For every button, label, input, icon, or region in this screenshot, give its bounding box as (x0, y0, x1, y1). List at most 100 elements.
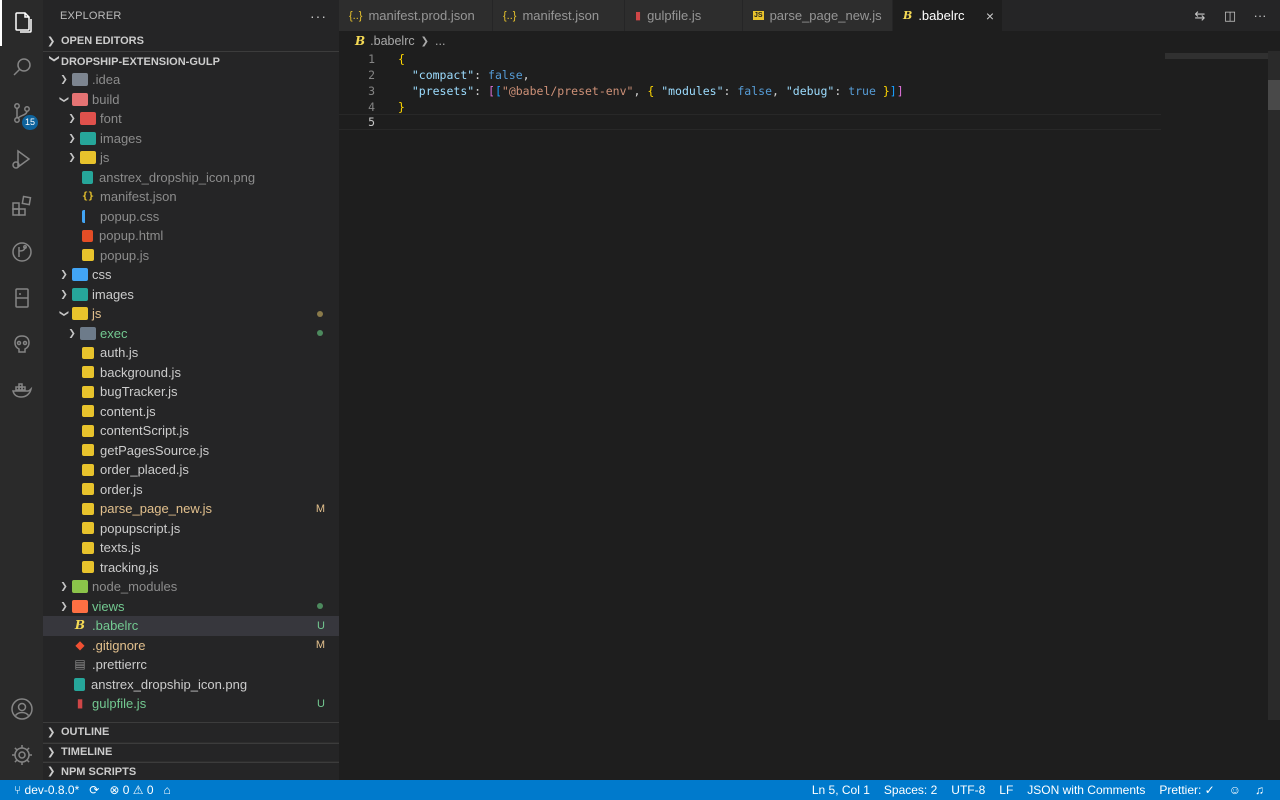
more-actions-icon[interactable]: ··· (310, 8, 327, 24)
tree-item-label: views (92, 598, 125, 614)
sync-icon[interactable]: ⟳ (89, 783, 99, 797)
editor-tab[interactable]: B .babelrc × (893, 0, 1003, 31)
npm-scripts-header[interactable]: ❯ NPM SCRIPTS (43, 762, 339, 780)
language-mode[interactable]: JSON with Comments (1027, 783, 1145, 797)
tree-file[interactable]: anstrex_dropship_icon.png (43, 675, 339, 695)
more-actions-icon[interactable]: ··· (1252, 8, 1268, 23)
tree-item-label: content.js (100, 403, 156, 419)
git-graph-icon[interactable] (0, 229, 43, 275)
run-debug-icon[interactable] (0, 136, 43, 182)
tree-folder[interactable]: ❯ images (43, 285, 339, 305)
file-tree: ❯ .idea ❯ build ❯ font ❯ images ❯ js anstrex_drops… (43, 70, 339, 720)
breadcrumb-more[interactable]: ... (435, 34, 445, 48)
tree-file[interactable]: texts.js (43, 538, 339, 558)
chevron-right-icon: ❯ (60, 581, 68, 592)
outline-label: OUTLINE (61, 726, 110, 739)
editor-tab[interactable]: {..} manifest.json (493, 0, 625, 31)
tree-file[interactable]: order.js (43, 480, 339, 500)
folder-icon (72, 73, 88, 87)
editor-actions: ⇆ ◫ ··· (1192, 0, 1268, 31)
tree-file[interactable]: popup.css (43, 207, 339, 227)
tree-file[interactable]: popup.html (43, 226, 339, 246)
tree-folder[interactable]: ❯ views (43, 597, 339, 617)
tree-folder[interactable]: ❯ js (43, 304, 339, 324)
js-file-icon (82, 463, 94, 476)
tree-file[interactable]: contentScript.js (43, 421, 339, 441)
editor-scroll-thumb[interactable] (1268, 80, 1280, 110)
tree-file[interactable]: popup.js (43, 246, 339, 266)
tree-file[interactable]: ◆ .gitignore M (43, 636, 339, 656)
tree-folder[interactable]: ❯ node_modules (43, 577, 339, 597)
gear-icon[interactable] (0, 732, 43, 778)
outline-header[interactable]: ❯ OUTLINE (43, 723, 339, 743)
open-changes-icon[interactable]: ⇆ (1192, 8, 1208, 24)
alien-icon[interactable] (0, 321, 43, 367)
tree-file[interactable]: content.js (43, 402, 339, 422)
docker-icon[interactable] (0, 368, 43, 414)
tree-folder[interactable]: ❯ .idea (43, 70, 339, 90)
prettier-status[interactable]: Prettier: ✓ (1159, 783, 1214, 797)
branch-indicator[interactable]: ⑂ dev-0.8.0* (14, 783, 79, 797)
folder-views-icon (72, 599, 88, 613)
editor-scrollbar[interactable] (1268, 51, 1280, 720)
close-icon[interactable]: × (986, 8, 994, 24)
tree-file[interactable]: getPagesSource.js (43, 441, 339, 461)
tree-file[interactable]: bugTracker.js (43, 382, 339, 402)
tree-folder[interactable]: ❯ exec (43, 324, 339, 344)
chevron-right-icon: ❯ (47, 35, 56, 47)
tree-file[interactable]: anstrex_dropship_icon.png (43, 168, 339, 188)
tree-folder[interactable]: ❯ css (43, 265, 339, 285)
tree-file[interactable]: ▮ gulpfile.js U (43, 694, 339, 714)
search-icon[interactable] (0, 44, 43, 90)
split-editor-icon[interactable]: ◫ (1222, 8, 1238, 24)
indentation[interactable]: Spaces: 2 (884, 783, 937, 797)
tree-item-label: font (100, 111, 122, 127)
timeline-header[interactable]: ❯ TIMELINE (43, 742, 339, 762)
code-editor[interactable]: 1 { 2 "compact": false, 3 "presets": [["… (339, 51, 1269, 780)
minimap[interactable] (1165, 53, 1269, 59)
tree-file[interactable]: auth.js (43, 343, 339, 363)
folder-font-icon (80, 112, 96, 126)
end-of-line[interactable]: LF (999, 783, 1013, 797)
problems-indicator[interactable]: ⊗ 0 ⚠ 0 (109, 783, 153, 797)
tree-folder[interactable]: ❯ build (43, 90, 339, 110)
tree-folder[interactable]: ❯ images (43, 129, 339, 149)
tree-file[interactable]: background.js (43, 363, 339, 383)
folder-css-icon (72, 268, 88, 282)
tree-item-label: order.js (100, 481, 143, 497)
cursor-position[interactable]: Ln 5, Col 1 (812, 783, 870, 797)
line-number: 2 (368, 68, 375, 82)
tree-file[interactable]: popupscript.js (43, 519, 339, 539)
tree-folder[interactable]: ❯ font (43, 109, 339, 129)
extensions-icon[interactable] (0, 183, 43, 229)
tree-item-label: order_placed.js (100, 462, 189, 478)
activity-bar: 15 (0, 0, 43, 780)
tree-item-label: .idea (92, 72, 121, 88)
editor-tab[interactable]: JS parse_page_new.js (743, 0, 893, 31)
editor-tab-bar: B .babelrc × JS parse_page_new.js ▮ gulpfile.j… (339, 0, 1280, 31)
editor-tab[interactable]: {..} manifest.prod.json (339, 0, 493, 31)
encoding[interactable]: UTF-8 (951, 783, 985, 797)
tree-file[interactable]: {} manifest.json (43, 187, 339, 207)
open-editors-header[interactable]: ❯ OPEN EDITORS (43, 31, 339, 51)
notifications-icon[interactable]: ♫ (1255, 783, 1264, 797)
breadcrumb-file[interactable]: .babelrc (370, 34, 414, 48)
timeline-label: TIMELINE (61, 746, 113, 759)
editor-tab[interactable]: ▮ gulpfile.js (625, 0, 743, 31)
account-icon[interactable] (0, 686, 43, 732)
feedback-icon[interactable]: ☺ (1229, 783, 1241, 797)
home-icon[interactable]: ⌂ (164, 783, 171, 797)
explorer-icon[interactable] (0, 0, 43, 46)
remote-explorer-icon[interactable] (0, 275, 43, 321)
tree-folder[interactable]: ❯ js (43, 148, 339, 168)
tree-item-label: js (92, 306, 102, 322)
tree-file[interactable]: tracking.js (43, 558, 339, 578)
png-file-icon (82, 170, 93, 184)
tree-file[interactable]: order_placed.js (43, 460, 339, 480)
project-header[interactable]: ❯ DROPSHIP-EXTENSION-GULP (43, 51, 339, 71)
tree-file[interactable]: B .babelrc U (43, 616, 339, 636)
source-control-icon[interactable]: 15 (0, 90, 43, 136)
tree-file[interactable]: parse_page_new.js M (43, 499, 339, 519)
tree-item-label: background.js (100, 364, 181, 380)
tree-file[interactable]: ▤ .prettierrc (43, 655, 339, 675)
